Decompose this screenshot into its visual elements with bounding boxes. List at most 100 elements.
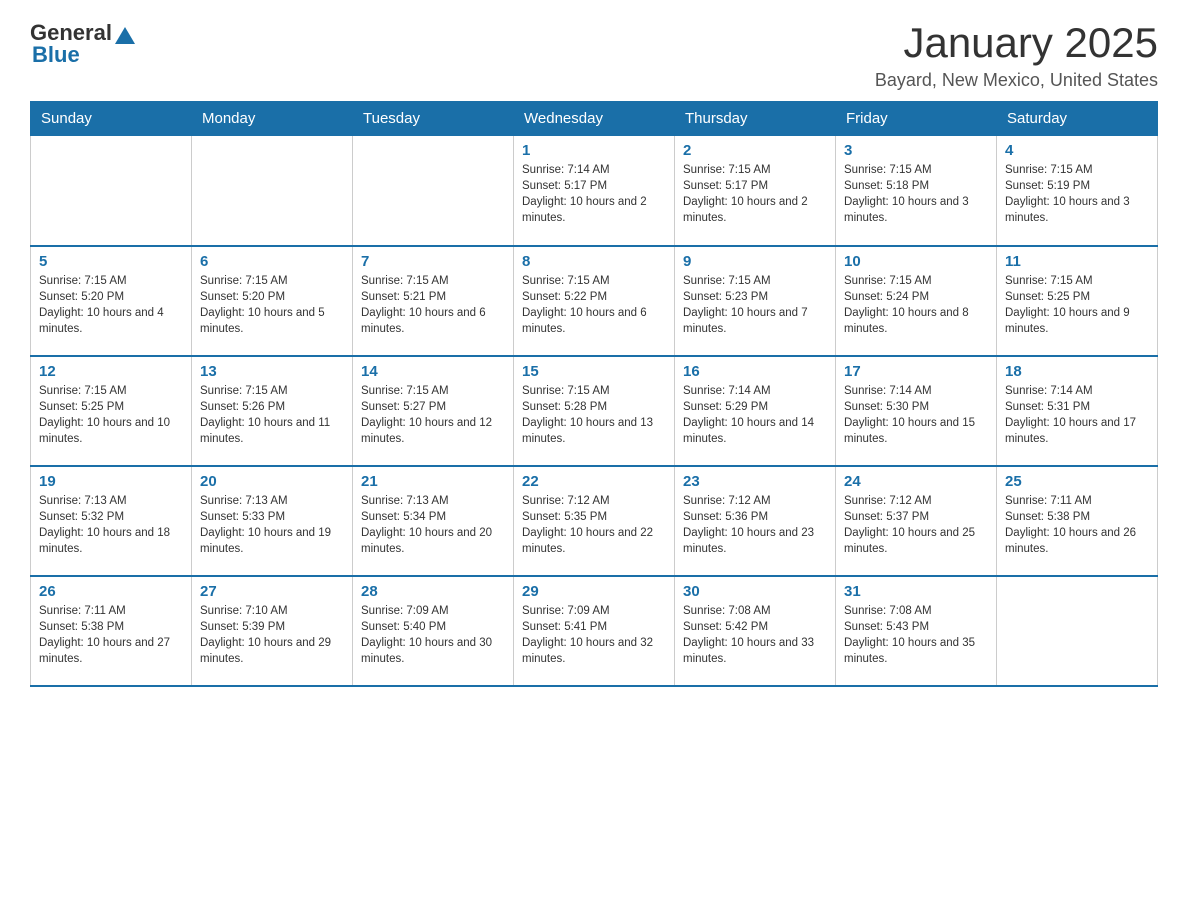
day-info: Sunrise: 7:14 AMSunset: 5:30 PMDaylight:… <box>844 383 988 447</box>
week-row-1: 1 Sunrise: 7:14 AMSunset: 5:17 PMDaylight… <box>31 136 1158 246</box>
day-number: 5 <box>39 253 183 270</box>
calendar-cell: 6 Sunrise: 7:15 AMSunset: 5:20 PMDaylight… <box>192 246 353 356</box>
day-number: 8 <box>522 253 666 270</box>
day-number: 28 <box>361 583 505 600</box>
calendar-cell <box>192 136 353 246</box>
day-info: Sunrise: 7:08 AMSunset: 5:43 PMDaylight:… <box>844 603 988 667</box>
day-info: Sunrise: 7:14 AMSunset: 5:31 PMDaylight:… <box>1005 383 1149 447</box>
day-number: 23 <box>683 473 827 490</box>
calendar-subtitle: Bayard, New Mexico, United States <box>875 70 1158 91</box>
day-info: Sunrise: 7:15 AMSunset: 5:23 PMDaylight:… <box>683 273 827 337</box>
day-number: 24 <box>844 473 988 490</box>
calendar-cell <box>997 576 1158 686</box>
day-number: 2 <box>683 142 827 159</box>
day-number: 31 <box>844 583 988 600</box>
week-row-2: 5 Sunrise: 7:15 AMSunset: 5:20 PMDaylight… <box>31 246 1158 356</box>
day-info: Sunrise: 7:11 AMSunset: 5:38 PMDaylight:… <box>1005 493 1149 557</box>
day-number: 26 <box>39 583 183 600</box>
day-info: Sunrise: 7:13 AMSunset: 5:34 PMDaylight:… <box>361 493 505 557</box>
day-info: Sunrise: 7:12 AMSunset: 5:37 PMDaylight:… <box>844 493 988 557</box>
day-number: 13 <box>200 363 344 380</box>
day-info: Sunrise: 7:15 AMSunset: 5:22 PMDaylight:… <box>522 273 666 337</box>
day-info: Sunrise: 7:15 AMSunset: 5:18 PMDaylight:… <box>844 162 988 226</box>
day-number: 1 <box>522 142 666 159</box>
calendar-cell: 30 Sunrise: 7:08 AMSunset: 5:42 PMDayligh… <box>675 576 836 686</box>
calendar-cell: 18 Sunrise: 7:14 AMSunset: 5:31 PMDayligh… <box>997 356 1158 466</box>
calendar-cell: 3 Sunrise: 7:15 AMSunset: 5:18 PMDaylight… <box>836 136 997 246</box>
weekday-header-friday: Friday <box>836 102 997 136</box>
day-number: 9 <box>683 253 827 270</box>
day-number: 7 <box>361 253 505 270</box>
weekday-header-row: SundayMondayTuesdayWednesdayThursdayFrid… <box>31 102 1158 136</box>
logo-triangle <box>115 27 135 44</box>
logo: General Blue <box>30 20 135 68</box>
day-info: Sunrise: 7:09 AMSunset: 5:40 PMDaylight:… <box>361 603 505 667</box>
calendar-cell: 29 Sunrise: 7:09 AMSunset: 5:41 PMDayligh… <box>514 576 675 686</box>
day-info: Sunrise: 7:15 AMSunset: 5:20 PMDaylight:… <box>39 273 183 337</box>
day-info: Sunrise: 7:14 AMSunset: 5:17 PMDaylight:… <box>522 162 666 226</box>
day-info: Sunrise: 7:08 AMSunset: 5:42 PMDaylight:… <box>683 603 827 667</box>
week-row-3: 12 Sunrise: 7:15 AMSunset: 5:25 PMDayligh… <box>31 356 1158 466</box>
weekday-header-saturday: Saturday <box>997 102 1158 136</box>
day-number: 12 <box>39 363 183 380</box>
day-number: 11 <box>1005 253 1149 270</box>
day-info: Sunrise: 7:15 AMSunset: 5:26 PMDaylight:… <box>200 383 344 447</box>
day-info: Sunrise: 7:15 AMSunset: 5:24 PMDaylight:… <box>844 273 988 337</box>
day-info: Sunrise: 7:15 AMSunset: 5:27 PMDaylight:… <box>361 383 505 447</box>
calendar-cell: 25 Sunrise: 7:11 AMSunset: 5:38 PMDayligh… <box>997 466 1158 576</box>
calendar-cell: 20Sunrise: 7:13 AMSunset: 5:33 PMDayligh… <box>192 466 353 576</box>
day-info: Sunrise: 7:15 AMSunset: 5:19 PMDaylight:… <box>1005 162 1149 226</box>
calendar-cell: 1 Sunrise: 7:14 AMSunset: 5:17 PMDaylight… <box>514 136 675 246</box>
calendar-cell: 14 Sunrise: 7:15 AMSunset: 5:27 PMDayligh… <box>353 356 514 466</box>
day-number: 15 <box>522 363 666 380</box>
day-info: Sunrise: 7:15 AMSunset: 5:28 PMDaylight:… <box>522 383 666 447</box>
calendar-cell: 16 Sunrise: 7:14 AMSunset: 5:29 PMDayligh… <box>675 356 836 466</box>
calendar-cell: 17 Sunrise: 7:14 AMSunset: 5:30 PMDayligh… <box>836 356 997 466</box>
day-number: 30 <box>683 583 827 600</box>
week-row-4: 19Sunrise: 7:13 AMSunset: 5:32 PMDayligh… <box>31 466 1158 576</box>
calendar-cell: 2 Sunrise: 7:15 AMSunset: 5:17 PMDaylight… <box>675 136 836 246</box>
day-number: 6 <box>200 253 344 270</box>
day-number: 16 <box>683 363 827 380</box>
calendar-cell: 8 Sunrise: 7:15 AMSunset: 5:22 PMDaylight… <box>514 246 675 356</box>
calendar-cell: 31 Sunrise: 7:08 AMSunset: 5:43 PMDayligh… <box>836 576 997 686</box>
weekday-header-sunday: Sunday <box>31 102 192 136</box>
calendar-cell: 19Sunrise: 7:13 AMSunset: 5:32 PMDayligh… <box>31 466 192 576</box>
weekday-header-thursday: Thursday <box>675 102 836 136</box>
calendar-cell: 22Sunrise: 7:12 AMSunset: 5:35 PMDayligh… <box>514 466 675 576</box>
day-info: Sunrise: 7:13 AMSunset: 5:33 PMDaylight:… <box>200 493 344 557</box>
day-number: 10 <box>844 253 988 270</box>
calendar-table: SundayMondayTuesdayWednesdayThursdayFrid… <box>30 101 1158 687</box>
day-info: Sunrise: 7:14 AMSunset: 5:29 PMDaylight:… <box>683 383 827 447</box>
calendar-cell: 9 Sunrise: 7:15 AMSunset: 5:23 PMDaylight… <box>675 246 836 356</box>
page-header: General Blue January 2025 Bayard, New Me… <box>30 20 1158 91</box>
day-number: 3 <box>844 142 988 159</box>
day-info: Sunrise: 7:15 AMSunset: 5:25 PMDaylight:… <box>1005 273 1149 337</box>
day-info: Sunrise: 7:15 AMSunset: 5:25 PMDaylight:… <box>39 383 183 447</box>
calendar-cell: 28 Sunrise: 7:09 AMSunset: 5:40 PMDayligh… <box>353 576 514 686</box>
day-number: 18 <box>1005 363 1149 380</box>
logo-blue-text: Blue <box>32 42 80 68</box>
day-number: 17 <box>844 363 988 380</box>
calendar-cell: 24 Sunrise: 7:12 AMSunset: 5:37 PMDayligh… <box>836 466 997 576</box>
day-number: 14 <box>361 363 505 380</box>
day-info: Sunrise: 7:13 AMSunset: 5:32 PMDaylight:… <box>39 493 183 557</box>
calendar-cell: 11 Sunrise: 7:15 AMSunset: 5:25 PMDayligh… <box>997 246 1158 356</box>
calendar-cell: 12 Sunrise: 7:15 AMSunset: 5:25 PMDayligh… <box>31 356 192 466</box>
weekday-header-monday: Monday <box>192 102 353 136</box>
calendar-cell: 4Sunrise: 7:15 AMSunset: 5:19 PMDaylight… <box>997 136 1158 246</box>
day-number: 25 <box>1005 473 1149 490</box>
day-info: Sunrise: 7:15 AMSunset: 5:17 PMDaylight:… <box>683 162 827 226</box>
day-info: Sunrise: 7:12 AMSunset: 5:36 PMDaylight:… <box>683 493 827 557</box>
day-info: Sunrise: 7:15 AMSunset: 5:21 PMDaylight:… <box>361 273 505 337</box>
day-number: 22 <box>522 473 666 490</box>
calendar-cell: 26Sunrise: 7:11 AMSunset: 5:38 PMDayligh… <box>31 576 192 686</box>
title-block: January 2025 Bayard, New Mexico, United … <box>875 20 1158 91</box>
calendar-cell: 10 Sunrise: 7:15 AMSunset: 5:24 PMDayligh… <box>836 246 997 356</box>
calendar-cell <box>353 136 514 246</box>
day-number: 29 <box>522 583 666 600</box>
calendar-cell: 13 Sunrise: 7:15 AMSunset: 5:26 PMDayligh… <box>192 356 353 466</box>
day-info: Sunrise: 7:15 AMSunset: 5:20 PMDaylight:… <box>200 273 344 337</box>
day-info: Sunrise: 7:09 AMSunset: 5:41 PMDaylight:… <box>522 603 666 667</box>
calendar-title: January 2025 <box>875 20 1158 66</box>
